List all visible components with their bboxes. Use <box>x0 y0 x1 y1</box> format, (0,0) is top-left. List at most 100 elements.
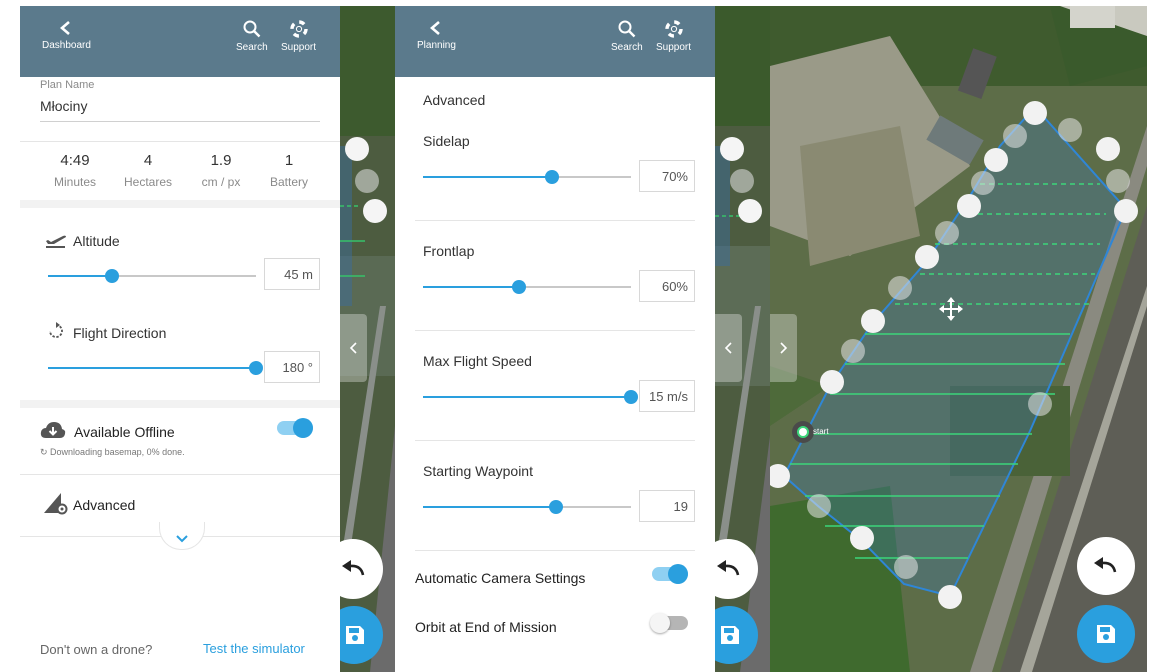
waypoint-handle[interactable] <box>820 370 844 394</box>
planning-panel: Dashboard Search Support Plan Name Młoci… <box>20 6 340 672</box>
waypoint-handle[interactable] <box>861 309 885 333</box>
sidelap-divider <box>415 220 695 221</box>
waypoint-handle[interactable] <box>1058 118 1082 142</box>
waypoint-handle[interactable] <box>935 221 959 245</box>
max-flight-speed-divider <box>415 440 695 441</box>
flight-plan-map[interactable]: start <box>770 6 1147 672</box>
stat-resolution: 1.9 cm / px <box>201 152 241 189</box>
refresh-icon: ↻ <box>40 447 51 457</box>
waypoint-handle[interactable] <box>1096 137 1120 161</box>
stats-top-divider <box>20 141 340 142</box>
flight-direction-label: Flight Direction <box>73 325 167 341</box>
waypoint-handle[interactable] <box>807 494 831 518</box>
drawer-handle[interactable] <box>770 314 797 382</box>
plan-name-underline <box>40 121 320 122</box>
waypoint-handle[interactable] <box>720 137 744 161</box>
search-button[interactable]: Search <box>611 20 643 53</box>
plan-name-input[interactable]: Młociny <box>40 98 87 114</box>
starting-waypoint-label: Starting Waypoint <box>423 463 533 479</box>
starting-waypoint-slider-fill <box>423 506 557 508</box>
map-view-strip-1[interactable] <box>340 6 395 672</box>
sidelap-slider-handle[interactable] <box>544 170 559 184</box>
frontlap-value-field[interactable]: 60% <box>639 270 695 302</box>
waypoint-handle[interactable] <box>938 585 962 609</box>
frontlap-slider-fill <box>423 286 519 288</box>
search-button[interactable]: Search <box>236 20 268 53</box>
waypoint-handle[interactable] <box>841 339 865 363</box>
undo-icon <box>717 560 740 576</box>
start-label: start <box>813 427 829 436</box>
max-flight-speed-slider-fill <box>423 396 631 398</box>
waypoint-handle[interactable] <box>915 245 939 269</box>
sliders-bottom-divider <box>20 400 340 408</box>
cloud-download-icon <box>40 422 66 438</box>
frontlap-slider-handle[interactable] <box>511 280 526 294</box>
drawer-handle[interactable] <box>340 314 367 382</box>
support-button[interactable]: Support <box>656 20 691 53</box>
undo-button[interactable] <box>1077 537 1135 595</box>
waypoint-handle[interactable] <box>1114 199 1138 223</box>
flight-direction-slider-handle[interactable] <box>249 361 263 375</box>
waypoint-handle[interactable] <box>850 526 874 550</box>
sidelap-value-field[interactable]: 70% <box>639 160 695 192</box>
plan-name-label: Plan Name <box>40 79 95 91</box>
waypoint-handle[interactable] <box>363 199 387 223</box>
offline-status: ↻ Downloading basemap, 0% done. <box>40 447 185 457</box>
back-button[interactable]: Dashboard <box>42 20 91 51</box>
waypoint-handle[interactable] <box>355 169 379 193</box>
chevron-down-icon <box>176 535 188 543</box>
auto-camera-toggle[interactable] <box>652 564 688 584</box>
flight-direction-slider-fill <box>48 367 256 369</box>
waypoint-handle[interactable] <box>1023 101 1047 125</box>
waypoint-handle[interactable] <box>888 276 912 300</box>
advanced-label[interactable]: Advanced <box>73 497 135 513</box>
waypoint-handle[interactable] <box>957 194 981 218</box>
auto-camera-label: Automatic Camera Settings <box>415 570 586 586</box>
frontlap-divider <box>415 330 695 331</box>
map-view-strip-2[interactable] <box>715 6 770 672</box>
frontlap-label: Frontlap <box>423 243 475 259</box>
undo-icon <box>342 560 365 576</box>
orbit-end-label: Orbit at End of Mission <box>415 619 557 635</box>
back-button[interactable]: Planning <box>417 20 456 51</box>
max-flight-speed-value-field[interactable]: 15 m/s <box>639 380 695 412</box>
toggle-knob <box>668 564 688 584</box>
sidelap-slider-fill <box>423 176 552 178</box>
max-flight-speed-slider-handle[interactable] <box>624 390 638 404</box>
move-icon[interactable] <box>938 296 964 322</box>
test-simulator-link[interactable]: Test the simulator <box>203 641 305 656</box>
panel-header: Planning Search Support <box>395 6 715 77</box>
waypoint-handle[interactable] <box>345 137 369 161</box>
max-flight-speed-label: Max Flight Speed <box>423 353 532 369</box>
flight-direction-value-field[interactable]: 180 ° <box>264 351 320 383</box>
available-offline-label: Available Offline <box>74 424 175 440</box>
available-offline-toggle[interactable] <box>277 418 313 438</box>
starting-waypoint-slider-handle[interactable] <box>549 500 564 514</box>
waypoint-handle[interactable] <box>730 169 754 193</box>
waypoint-handle[interactable] <box>1003 124 1027 148</box>
waypoint-handle[interactable] <box>971 171 995 195</box>
waypoint-handle[interactable] <box>1028 392 1052 416</box>
support-button[interactable]: Support <box>281 20 316 53</box>
drawer-handle[interactable] <box>715 314 742 382</box>
orbit-end-toggle[interactable] <box>650 613 688 633</box>
waypoint-handle[interactable] <box>984 148 1008 172</box>
waypoint-handle[interactable] <box>894 555 918 579</box>
save-button[interactable] <box>1077 605 1135 663</box>
lifebuoy-icon <box>289 20 308 38</box>
starting-waypoint-value-field[interactable]: 19 <box>639 490 695 522</box>
waypoint-handle[interactable] <box>1106 169 1130 193</box>
back-arrow-icon <box>60 21 71 35</box>
chevron-right-icon <box>780 342 788 354</box>
stats-bottom-divider <box>20 200 340 208</box>
altitude-slider-handle[interactable] <box>105 269 120 283</box>
chevron-left-icon <box>349 342 357 354</box>
offline-bottom-divider <box>20 474 340 475</box>
altitude-value-field[interactable]: 45 m <box>264 258 320 290</box>
save-icon <box>721 626 739 644</box>
back-arrow-icon <box>430 21 441 35</box>
waypoint-handle[interactable] <box>738 199 762 223</box>
save-icon <box>346 626 364 644</box>
save-icon <box>1097 625 1115 643</box>
expand-tab[interactable] <box>159 522 205 550</box>
